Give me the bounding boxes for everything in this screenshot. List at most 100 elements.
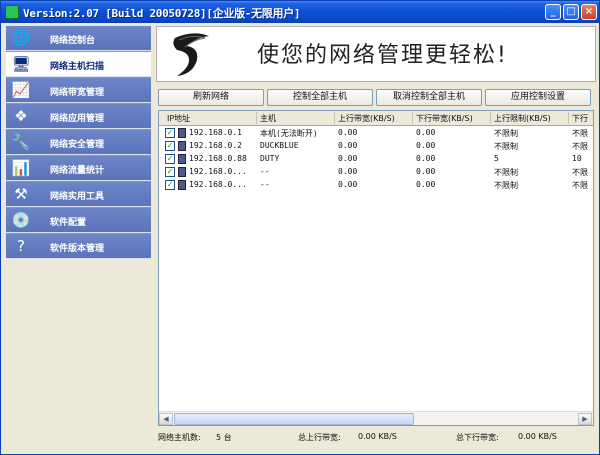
- host-count-value: 5 台: [216, 433, 232, 442]
- row-checkbox[interactable]: ✓: [165, 167, 175, 177]
- row-checkbox[interactable]: ✓: [165, 141, 175, 151]
- sidebar-item-host-scan[interactable]: 🖥 网络主机扫描: [6, 52, 151, 77]
- sidebar-item-label: 软件配置: [50, 218, 87, 228]
- sidebar-item-version[interactable]: ? 软件版本管理: [6, 234, 151, 259]
- sidebar-nav: 🌐 网络控制台 🖥 网络主机扫描 📈 网络带宽管理 ❖ 网络应用管理 🔧 网络安…: [6, 26, 151, 259]
- scroll-left-icon[interactable]: ◀: [159, 413, 173, 425]
- cell-up: 0.00: [338, 141, 358, 150]
- globe-icon: 🌐: [11, 29, 31, 47]
- cell-up-limit: 不限制: [494, 168, 518, 177]
- column-header-host[interactable]: 主机: [260, 113, 276, 124]
- sidebar-item-security[interactable]: 🔧 网络安全管理: [6, 130, 151, 155]
- tools-icon: 🔧: [11, 133, 31, 151]
- column-divider[interactable]: [256, 112, 257, 124]
- logo-icon: [173, 33, 209, 76]
- cell-ip: 192.168.0.2: [189, 141, 242, 150]
- column-header-down-limit[interactable]: 下行: [572, 113, 588, 124]
- column-header-up[interactable]: 上行带宽(KB/S): [338, 113, 395, 124]
- total-down-label: 总下行带宽:: [456, 433, 499, 442]
- column-header-up-limit[interactable]: 上行限制(KB/S): [494, 113, 551, 124]
- wrench-icon: ⚒: [14, 185, 28, 203]
- total-up-value: 0.00 KB/S: [358, 432, 397, 441]
- table-row[interactable]: ✓ 192.168.0.2 DUCKBLUE 0.00 0.00 不限制 不限: [159, 140, 593, 153]
- minimize-button[interactable]: _: [545, 4, 561, 20]
- window-title: Version:2.07 [Build 20050728][企业版-无限用户]: [23, 7, 301, 20]
- refresh-network-button[interactable]: 刷新网络: [158, 89, 264, 106]
- table-row[interactable]: ✓ 192.168.0.1 本机(无法断开) 0.00 0.00 不限制 不限: [159, 127, 593, 140]
- waveform-icon: 📈: [11, 81, 31, 99]
- cell-up-limit: 不限制: [494, 181, 518, 190]
- computer-icon: [178, 167, 186, 177]
- row-checkbox[interactable]: ✓: [165, 128, 175, 138]
- cell-ip: 192.168.0.1: [189, 128, 242, 137]
- cell-host: --: [260, 180, 270, 189]
- column-divider[interactable]: [334, 112, 335, 124]
- scroll-right-icon[interactable]: ▶: [578, 413, 592, 425]
- cell-down-limit: 10: [572, 154, 582, 163]
- cell-host: --: [260, 167, 270, 176]
- column-divider[interactable]: [490, 112, 491, 124]
- sidebar-item-label: 网络安全管理: [50, 140, 105, 150]
- sidebar-item-label: 网络应用管理: [50, 114, 105, 124]
- cell-down: 0.00: [416, 128, 436, 137]
- cell-down-limit: 不限: [572, 168, 588, 177]
- cd-icon: 💿: [11, 211, 31, 229]
- maximize-button[interactable]: □: [563, 4, 579, 20]
- uncontrol-all-button[interactable]: 取消控制全部主机: [376, 89, 482, 106]
- windows-icon: ❖: [14, 107, 28, 125]
- table-row[interactable]: ✓ 192.168.0... -- 0.00 0.00 不限制 不限: [159, 166, 593, 179]
- computer-icon: [178, 154, 186, 164]
- column-divider[interactable]: [412, 112, 413, 124]
- scrollbar-thumb[interactable]: [174, 413, 414, 425]
- cell-down: 0.00: [416, 141, 436, 150]
- column-divider[interactable]: [568, 112, 569, 124]
- cell-ip: 192.168.0.88: [189, 154, 247, 163]
- cell-up: 0.00: [338, 128, 358, 137]
- title-bar[interactable]: Version:2.07 [Build 20050728][企业版-无限用户] …: [1, 1, 599, 23]
- row-checkbox[interactable]: ✓: [165, 154, 175, 164]
- cell-host: DUTY: [260, 154, 280, 163]
- sidebar-item-bandwidth[interactable]: 📈 网络带宽管理: [6, 78, 151, 103]
- computer-icon: [178, 180, 186, 190]
- column-header-down[interactable]: 下行带宽(KB/S): [416, 113, 473, 124]
- close-button[interactable]: ×: [581, 4, 597, 20]
- status-bar: 网络主机数: 5 台 总上行带宽: 0.00 KB/S 总下行带宽: 0.00 …: [158, 431, 594, 445]
- sidebar-item-utilities[interactable]: ⚒ 网络实用工具: [6, 182, 151, 207]
- help-icon: ?: [17, 237, 25, 255]
- row-checkbox[interactable]: ✓: [165, 180, 175, 190]
- sidebar-item-console[interactable]: 🌐 网络控制台: [6, 26, 151, 51]
- table-row[interactable]: ✓ 192.168.0... -- 0.00 0.00 不限制 不限: [159, 179, 593, 192]
- cell-up-limit: 5: [494, 154, 499, 163]
- cell-up: 0.00: [338, 154, 358, 163]
- cell-up: 0.00: [338, 167, 358, 176]
- table-header: IP地址 主机 上行带宽(KB/S) 下行带宽(KB/S) 上行限制(KB/S)…: [159, 111, 593, 126]
- cell-down-limit: 不限: [572, 129, 588, 138]
- sidebar-item-label: 网络控制台: [50, 36, 96, 46]
- cell-up-limit: 不限制: [494, 142, 518, 151]
- cell-up: 0.00: [338, 180, 358, 189]
- sidebar-item-config[interactable]: 💿 软件配置: [6, 208, 151, 233]
- cell-host: DUCKBLUE: [260, 141, 299, 150]
- cell-down: 0.00: [416, 154, 436, 163]
- horizontal-scrollbar[interactable]: ◀ ▶: [159, 411, 593, 425]
- sidebar-item-label: 软件版本管理: [50, 244, 105, 254]
- cell-down-limit: 不限: [572, 181, 588, 190]
- cell-down: 0.00: [416, 167, 436, 176]
- banner: 使您的网络管理更轻松!: [156, 26, 596, 82]
- cell-up-limit: 不限制: [494, 129, 518, 138]
- total-down-value: 0.00 KB/S: [518, 432, 557, 441]
- column-header-ip[interactable]: IP地址: [167, 113, 190, 124]
- host-count-label: 网络主机数:: [158, 433, 201, 442]
- sidebar-item-label: 网络流量统计: [50, 166, 105, 176]
- sidebar-item-label: 网络实用工具: [50, 192, 105, 202]
- banner-slogan: 使您的网络管理更轻松!: [257, 43, 508, 68]
- sidebar-item-label: 网络主机扫描: [50, 62, 105, 72]
- sidebar-item-traffic-stats[interactable]: 📊 网络流量统计: [6, 156, 151, 181]
- computer-icon: 🖥: [11, 55, 31, 73]
- control-all-button[interactable]: 控制全部主机: [267, 89, 373, 106]
- apply-settings-button[interactable]: 应用控制设置: [485, 89, 591, 106]
- computer-icon: [178, 141, 186, 151]
- sidebar-item-app-manage[interactable]: ❖ 网络应用管理: [6, 104, 151, 129]
- computer-icon: [178, 128, 186, 138]
- table-row[interactable]: ✓ 192.168.0.88 DUTY 0.00 0.00 5 10: [159, 153, 593, 166]
